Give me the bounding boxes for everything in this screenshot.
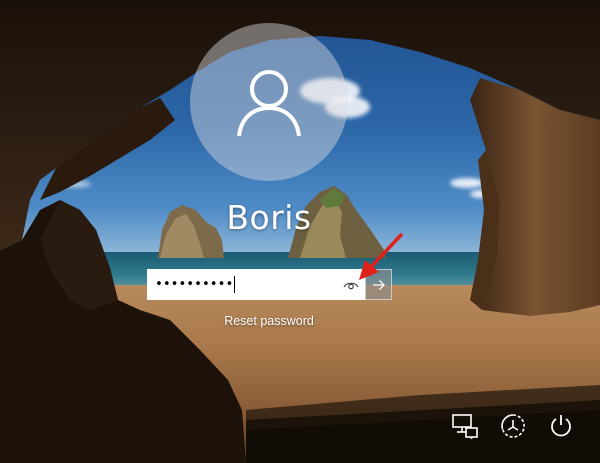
network-button[interactable]	[450, 411, 480, 441]
arrow-right-icon	[372, 279, 385, 290]
submit-button[interactable]	[365, 269, 392, 300]
reveal-password-button[interactable]	[339, 271, 363, 298]
username-label: Boris	[226, 198, 312, 237]
text-caret	[234, 276, 236, 293]
system-tray	[450, 411, 576, 441]
password-row: ••••••••••	[147, 269, 392, 300]
power-icon	[551, 415, 571, 437]
password-input[interactable]: ••••••••••	[147, 269, 365, 300]
network-icon	[452, 414, 478, 439]
user-avatar	[190, 23, 348, 181]
power-button[interactable]	[546, 411, 576, 441]
reset-password-link[interactable]: Reset password	[188, 314, 350, 328]
ease-of-access-button[interactable]	[498, 411, 528, 441]
eye-icon	[343, 282, 359, 289]
user-silhouette-icon	[237, 70, 301, 137]
password-mask: ••••••••••	[155, 277, 234, 292]
ease-of-access-icon	[501, 414, 525, 438]
password-value: ••••••••••	[149, 276, 339, 293]
